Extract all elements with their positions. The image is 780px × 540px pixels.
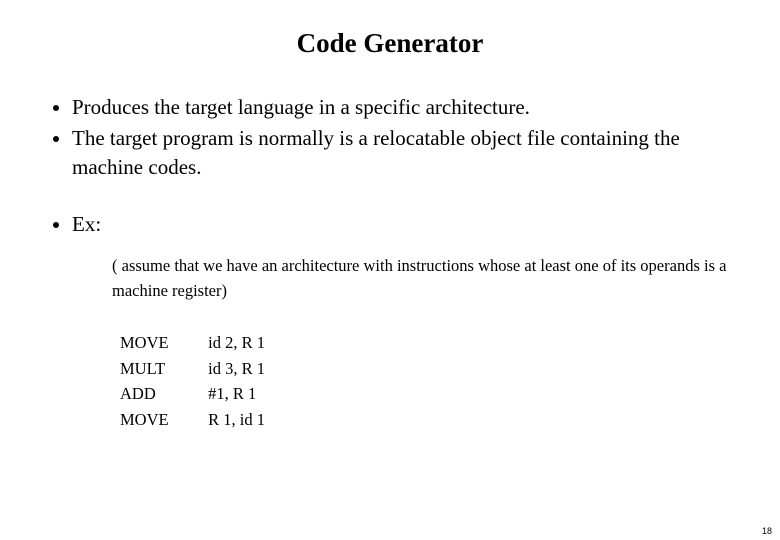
code-row: MULT id 3, R 1 xyxy=(120,356,750,382)
page-number: 18 xyxy=(762,526,772,536)
code-row: MOVE R 1, id 1 xyxy=(120,407,750,433)
operands: id 2, R 1 xyxy=(208,333,265,352)
bullet-item: Produces the target language in a specif… xyxy=(72,93,750,122)
bullet-list-ex: Ex: xyxy=(54,210,750,239)
operands: R 1, id 1 xyxy=(208,410,265,429)
code-block: MOVE id 2, R 1 MULT id 3, R 1 ADD #1, R … xyxy=(120,330,750,432)
slide: Code Generator Produces the target langu… xyxy=(0,0,780,540)
code-row: ADD #1, R 1 xyxy=(120,381,750,407)
operands: #1, R 1 xyxy=(208,384,256,403)
slide-title: Code Generator xyxy=(30,28,750,59)
bullet-list: Produces the target language in a specif… xyxy=(54,93,750,182)
opcode: MULT xyxy=(120,356,204,382)
example-note: ( assume that we have an architecture wi… xyxy=(112,253,750,304)
bullet-item-ex: Ex: xyxy=(72,210,750,239)
operands: id 3, R 1 xyxy=(208,359,265,378)
bullet-item: The target program is normally is a relo… xyxy=(72,124,750,182)
code-row: MOVE id 2, R 1 xyxy=(120,330,750,356)
opcode: MOVE xyxy=(120,407,204,433)
opcode: ADD xyxy=(120,381,204,407)
opcode: MOVE xyxy=(120,330,204,356)
